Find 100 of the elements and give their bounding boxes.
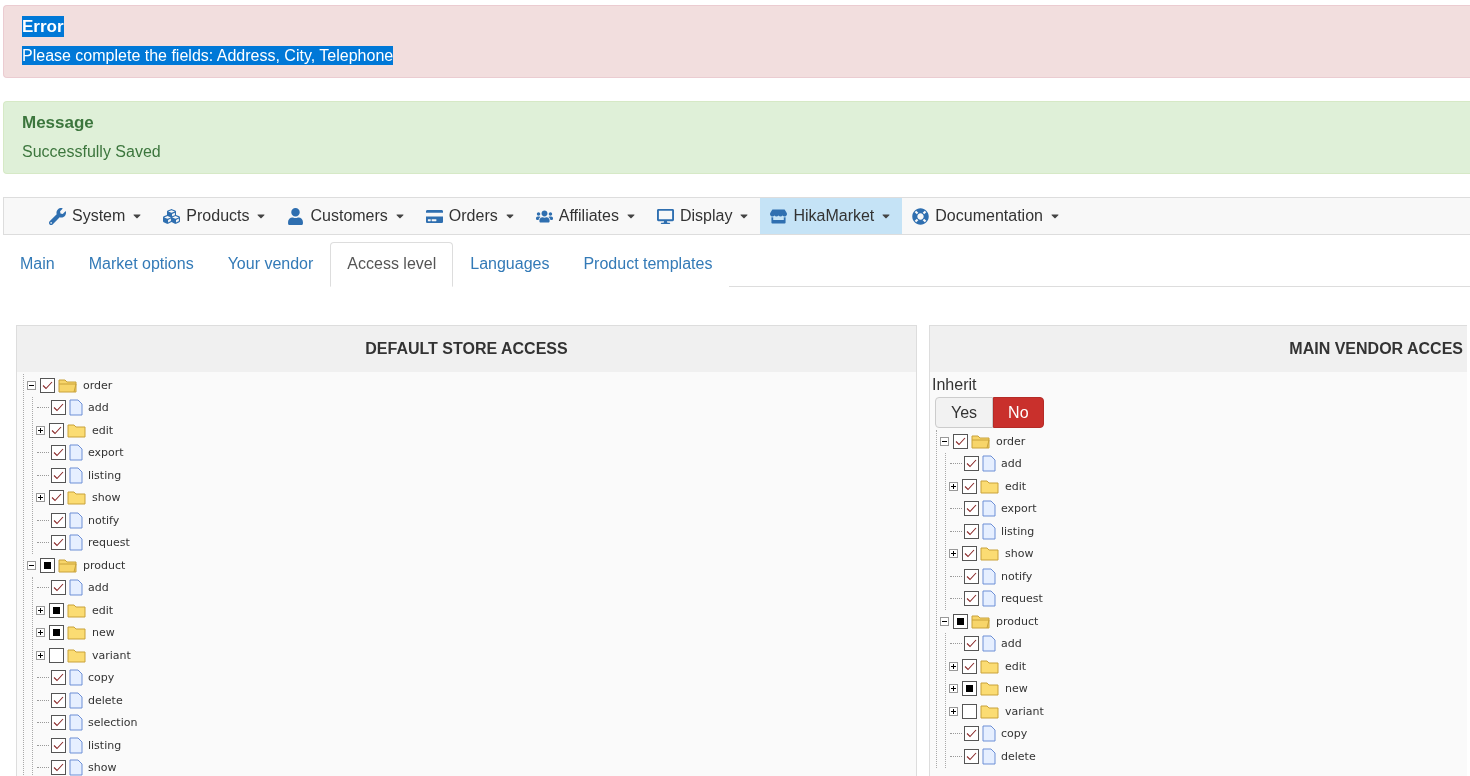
checkbox[interactable]	[49, 625, 64, 641]
checkbox[interactable]	[964, 568, 979, 584]
tree-item-label[interactable]: delete	[88, 693, 123, 707]
expand-icon[interactable]	[36, 605, 45, 615]
toggle-option[interactable]: No	[993, 397, 1044, 428]
tree-item-label[interactable]: listing	[88, 468, 122, 482]
checkbox[interactable]	[49, 490, 64, 506]
checkbox[interactable]	[964, 748, 979, 764]
collapse-icon[interactable]	[940, 436, 949, 446]
tree-item-label[interactable]: variant	[1005, 704, 1044, 718]
menu-item[interactable]: Affiliates	[525, 198, 647, 234]
tree-item-label[interactable]: copy	[1001, 727, 1028, 741]
tree-item-label[interactable]: notify	[88, 513, 120, 527]
menu-item[interactable]: Display	[646, 198, 761, 234]
checkbox[interactable]	[40, 557, 55, 573]
checkbox[interactable]	[51, 512, 66, 528]
file-icon	[982, 635, 996, 653]
expand-icon[interactable]	[949, 481, 958, 491]
tree-item-label[interactable]: new	[92, 626, 115, 640]
tree-item-label[interactable]: show	[1005, 547, 1034, 561]
checkbox[interactable]	[51, 760, 66, 776]
tree-item-label[interactable]: selection	[88, 716, 138, 730]
menu-item[interactable]: Documentation	[902, 198, 1071, 234]
tree-item-label[interactable]: edit	[1005, 659, 1027, 673]
tree-item-label[interactable]: export	[88, 446, 124, 460]
tree-item-label[interactable]: export	[1001, 502, 1037, 516]
tree-item-label[interactable]: edit	[1005, 479, 1027, 493]
expand-icon[interactable]	[949, 661, 958, 671]
checkbox[interactable]	[51, 715, 66, 731]
checkbox[interactable]	[964, 523, 979, 539]
checkbox[interactable]	[962, 703, 977, 719]
collapse-icon[interactable]	[27, 380, 36, 390]
checkbox[interactable]	[49, 647, 64, 663]
checkbox[interactable]	[964, 501, 979, 517]
checkbox[interactable]	[962, 478, 977, 494]
checkbox[interactable]	[51, 535, 66, 551]
checkbox[interactable]	[49, 422, 64, 438]
checkbox[interactable]	[964, 456, 979, 472]
checkbox[interactable]	[51, 670, 66, 686]
checkbox[interactable]	[953, 433, 968, 449]
menu-item[interactable]: Customers	[277, 198, 416, 234]
tree-item-label[interactable]: request	[1001, 592, 1043, 606]
expand-icon[interactable]	[36, 650, 45, 660]
expand-icon[interactable]	[949, 549, 958, 559]
expand-icon[interactable]	[36, 425, 45, 435]
checkbox[interactable]	[51, 737, 66, 753]
tree-item-label[interactable]: listing	[88, 738, 122, 752]
tree-item-label[interactable]: order	[83, 378, 113, 392]
tree-item-label[interactable]: product	[996, 614, 1039, 628]
menu-item[interactable]: HikaMarket	[760, 198, 903, 234]
tree-item-label[interactable]: request	[88, 536, 130, 550]
folder-icon	[971, 433, 991, 449]
life-ring-icon	[912, 207, 930, 225]
menu-item[interactable]: Orders	[415, 198, 526, 234]
tree-item-label[interactable]: order	[996, 434, 1026, 448]
tree-item-label[interactable]: edit	[92, 423, 114, 437]
tree-item-label[interactable]: add	[88, 581, 109, 595]
checkbox[interactable]	[962, 658, 977, 674]
checkbox[interactable]	[51, 467, 66, 483]
checkbox[interactable]	[962, 546, 977, 562]
wrench-icon	[49, 207, 66, 225]
tree-item-label[interactable]: edit	[92, 603, 114, 617]
tree-item-label[interactable]: product	[83, 558, 126, 572]
expand-icon[interactable]	[949, 684, 958, 694]
tree-item-label[interactable]: copy	[88, 671, 115, 685]
checkbox[interactable]	[49, 602, 64, 618]
collapse-icon[interactable]	[940, 616, 949, 626]
file-icon	[69, 714, 83, 732]
checkbox[interactable]	[51, 580, 66, 596]
checkbox[interactable]	[962, 681, 977, 697]
tree-item-label[interactable]: delete	[1001, 749, 1036, 763]
file-icon	[982, 522, 996, 540]
checkbox[interactable]	[964, 636, 979, 652]
checkbox[interactable]	[51, 692, 66, 708]
checkbox[interactable]	[953, 613, 968, 629]
tree-item-label[interactable]: listing	[1001, 524, 1035, 538]
collapse-icon[interactable]	[27, 560, 36, 570]
tree-item-label[interactable]: show	[92, 491, 121, 505]
tree-item-label[interactable]: new	[1005, 682, 1028, 696]
tab[interactable]: Access level	[330, 242, 454, 287]
tree-item-label[interactable]: add	[1001, 457, 1022, 471]
tree-item-label[interactable]: add	[1001, 637, 1022, 651]
checkbox[interactable]	[964, 726, 979, 742]
tree-item-label[interactable]: add	[88, 401, 109, 415]
menu-item[interactable]: System	[39, 198, 154, 234]
checkbox[interactable]	[51, 445, 66, 461]
expand-icon[interactable]	[36, 493, 45, 503]
menu-item[interactable]: Products	[153, 198, 278, 234]
toggle-option[interactable]: Yes	[935, 397, 994, 428]
checkbox[interactable]	[51, 400, 66, 416]
expand-icon[interactable]	[36, 628, 45, 638]
panel-title: DEFAULT STORE ACCESS	[365, 340, 568, 358]
tree-item-label[interactable]: notify	[1001, 569, 1033, 583]
checkbox[interactable]	[40, 377, 55, 393]
folder-icon	[980, 658, 1000, 674]
file-icon	[982, 500, 996, 518]
checkbox[interactable]	[964, 591, 979, 607]
tree-item-label[interactable]: show	[88, 761, 117, 775]
expand-icon[interactable]	[949, 706, 958, 716]
tree-item-label[interactable]: variant	[92, 648, 131, 662]
